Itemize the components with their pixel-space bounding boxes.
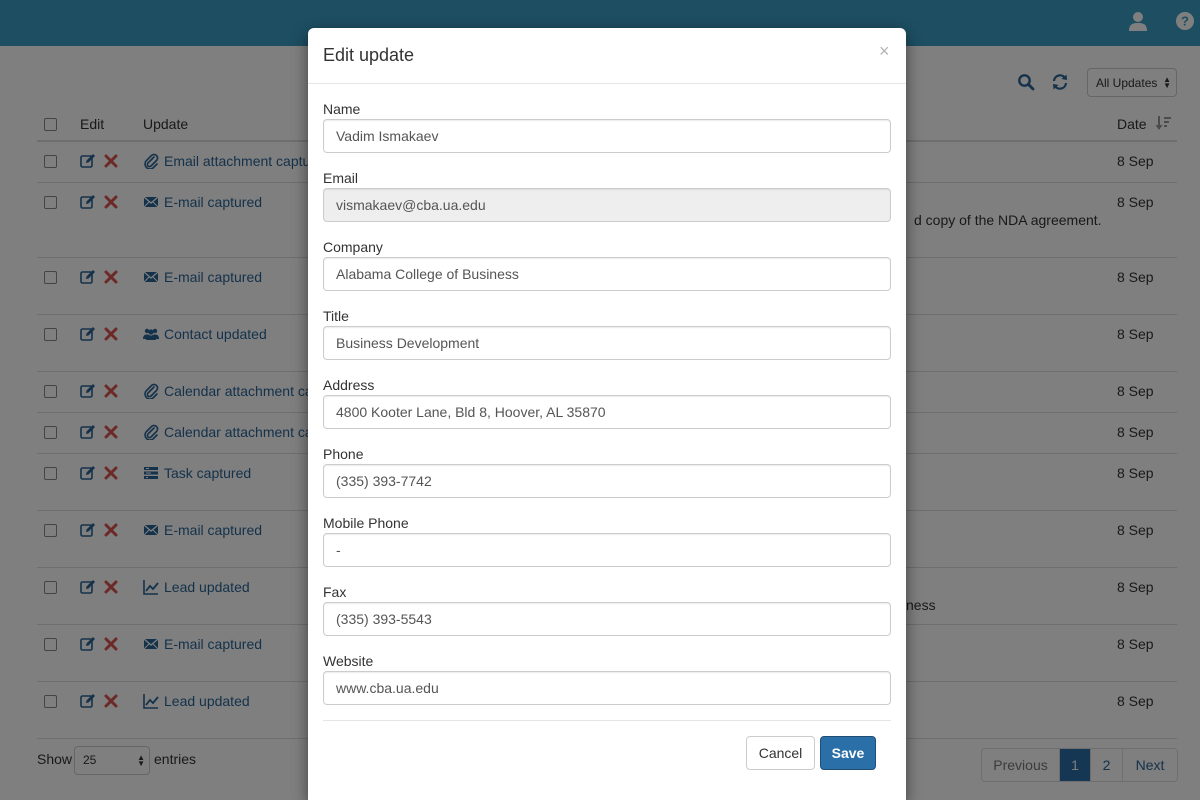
title-label: Title bbox=[323, 308, 349, 324]
title-input[interactable] bbox=[323, 326, 891, 360]
website-input[interactable] bbox=[323, 671, 891, 705]
phone-label: Phone bbox=[323, 446, 364, 462]
save-button[interactable]: Save bbox=[820, 736, 876, 770]
name-label: Name bbox=[323, 101, 361, 117]
cancel-button[interactable]: Cancel bbox=[746, 736, 815, 770]
mobile-phone-label: Mobile Phone bbox=[323, 515, 409, 531]
company-input[interactable] bbox=[323, 257, 891, 291]
modal-footer-divider bbox=[323, 720, 891, 721]
email-input[interactable] bbox=[323, 188, 891, 222]
name-input[interactable] bbox=[323, 119, 891, 153]
modal-title: Edit update bbox=[323, 45, 415, 65]
close-icon[interactable]: × bbox=[879, 42, 890, 60]
mobile-phone-input[interactable] bbox=[323, 533, 891, 567]
email-label: Email bbox=[323, 170, 359, 186]
modal-header: Edit update × bbox=[308, 28, 906, 84]
fax-input[interactable] bbox=[323, 602, 891, 636]
website-label: Website bbox=[323, 653, 374, 669]
phone-input[interactable] bbox=[323, 464, 891, 498]
address-label: Address bbox=[323, 377, 375, 393]
company-label: Company bbox=[323, 239, 383, 255]
edit-update-modal: Edit update × Name Email Company Title Addre… bbox=[308, 28, 906, 800]
address-input[interactable] bbox=[323, 395, 891, 429]
fax-label: Fax bbox=[323, 584, 347, 600]
